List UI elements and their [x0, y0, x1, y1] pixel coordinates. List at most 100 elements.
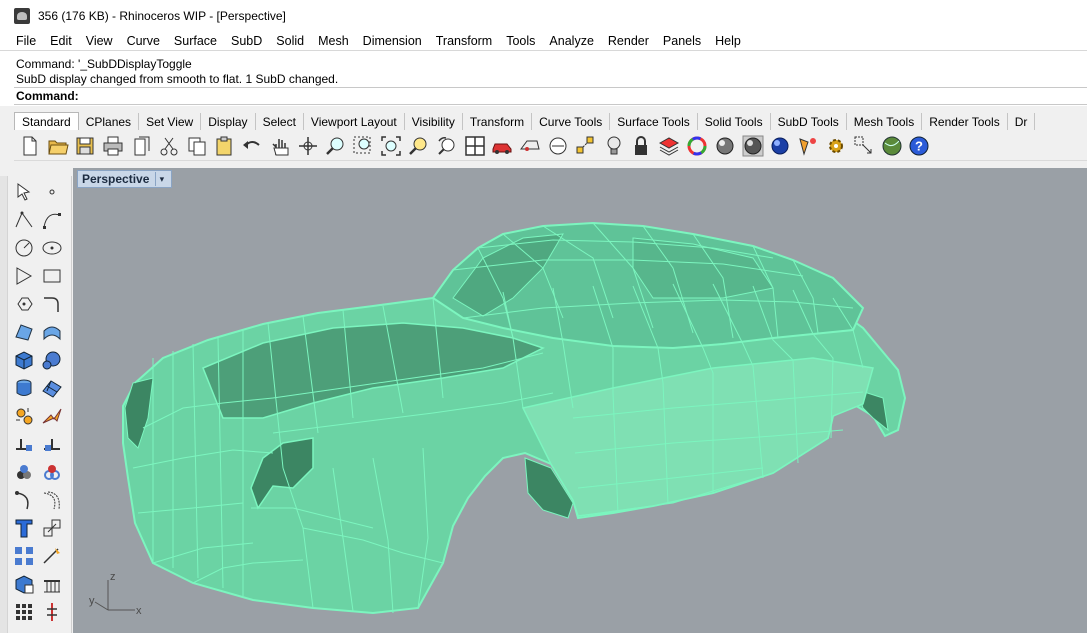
viewport-title-tab[interactable]: Perspective ▾ [77, 170, 173, 188]
zoom-selected-icon[interactable] [405, 133, 433, 159]
curve-from-object-icon[interactable] [10, 486, 38, 514]
menu-render[interactable]: Render [601, 34, 656, 48]
open-folder-icon[interactable] [44, 133, 72, 159]
text-icon[interactable] [10, 514, 38, 542]
menu-solid[interactable]: Solid [269, 34, 311, 48]
copy-icon[interactable] [183, 133, 211, 159]
help-icon[interactable]: ? [906, 133, 934, 159]
tab-mesh-tools[interactable]: Mesh Tools [847, 113, 923, 130]
rectangle-icon[interactable] [38, 262, 66, 290]
tab-drafting[interactable]: Dr [1008, 113, 1036, 130]
menu-transform[interactable]: Transform [429, 34, 500, 48]
scale-icon[interactable] [38, 514, 66, 542]
car-icon[interactable] [489, 133, 517, 159]
menu-curve[interactable]: Curve [120, 34, 167, 48]
join-icon[interactable] [38, 430, 66, 458]
offset-icon[interactable] [38, 486, 66, 514]
tab-standard[interactable]: Standard [14, 112, 79, 130]
color-wheel-icon[interactable] [683, 133, 711, 159]
ellipse-icon[interactable] [38, 234, 66, 262]
command-input[interactable] [82, 88, 1087, 104]
cylinder-icon[interactable] [10, 374, 38, 402]
rendered-sphere-icon[interactable] [739, 133, 767, 159]
loft-icon[interactable] [38, 318, 66, 346]
import-icon[interactable] [127, 133, 155, 159]
tab-viewport-layout[interactable]: Viewport Layout [304, 113, 405, 130]
materials-icon[interactable] [794, 133, 822, 159]
world-icon[interactable] [878, 133, 906, 159]
options-icon[interactable] [850, 133, 878, 159]
rotate-camera-icon[interactable] [433, 133, 461, 159]
tab-display[interactable]: Display [201, 113, 256, 130]
boolean-icon[interactable] [38, 458, 66, 486]
hatch-icon[interactable] [38, 570, 66, 598]
sphere-solid-icon[interactable] [38, 346, 66, 374]
blue-sphere-icon[interactable] [767, 133, 795, 159]
box-solid-icon[interactable] [10, 346, 38, 374]
menu-surface[interactable]: Surface [167, 34, 224, 48]
fillet-curve-icon[interactable] [38, 290, 66, 318]
named-view-icon[interactable] [516, 133, 544, 159]
tab-render-tools[interactable]: Render Tools [922, 113, 1008, 130]
point-icon[interactable] [38, 178, 66, 206]
snap-icon[interactable] [572, 133, 600, 159]
subd-car-model[interactable] [73, 168, 1087, 633]
tab-visibility[interactable]: Visibility [405, 113, 463, 130]
surface-corner-icon[interactable] [10, 318, 38, 346]
rotate-view-icon[interactable] [294, 133, 322, 159]
undo-icon[interactable] [238, 133, 266, 159]
menu-subd[interactable]: SubD [224, 34, 269, 48]
menu-edit[interactable]: Edit [43, 34, 79, 48]
split-icon[interactable] [10, 430, 38, 458]
select-arrow-icon[interactable] [10, 178, 38, 206]
gear-icon[interactable] [822, 133, 850, 159]
tab-cplanes[interactable]: CPlanes [79, 113, 140, 130]
cplane-icon[interactable] [544, 133, 572, 159]
dimension-icon[interactable] [38, 542, 66, 570]
polyline-icon[interactable] [10, 206, 38, 234]
curve-points-icon[interactable] [38, 206, 66, 234]
polygon-icon[interactable] [10, 262, 38, 290]
mesh-plane-icon[interactable] [38, 374, 66, 402]
menu-mesh[interactable]: Mesh [311, 34, 356, 48]
tab-transform[interactable]: Transform [463, 113, 533, 130]
print-icon[interactable] [99, 133, 127, 159]
tab-solid-tools[interactable]: Solid Tools [698, 113, 771, 130]
lock-icon[interactable] [628, 133, 656, 159]
save-icon[interactable] [72, 133, 100, 159]
tab-subd-tools[interactable]: SubD Tools [771, 113, 847, 130]
grid-snap-icon[interactable] [10, 598, 38, 626]
sidebar-grip[interactable] [0, 176, 8, 633]
pan-hand-icon[interactable] [266, 133, 294, 159]
menu-tools[interactable]: Tools [499, 34, 542, 48]
tab-select[interactable]: Select [256, 113, 304, 130]
menu-dimension[interactable]: Dimension [356, 34, 429, 48]
zoom-icon[interactable] [322, 133, 350, 159]
array-icon[interactable] [10, 542, 38, 570]
menu-file[interactable]: File [9, 34, 43, 48]
menu-help[interactable]: Help [708, 34, 748, 48]
command-history-area[interactable]: Command: '_SubDDisplayToggle SubD displa… [0, 50, 1087, 106]
gumball-icon[interactable] [38, 598, 66, 626]
trim-icon[interactable] [38, 402, 66, 430]
group-icon[interactable] [10, 458, 38, 486]
paste-icon[interactable] [211, 133, 239, 159]
zoom-extents-icon[interactable] [377, 133, 405, 159]
zoom-window-icon[interactable] [350, 133, 378, 159]
four-viewports-icon[interactable] [461, 133, 489, 159]
new-file-icon[interactable] [16, 133, 44, 159]
menu-view[interactable]: View [79, 34, 120, 48]
menu-analyze[interactable]: Analyze [542, 34, 600, 48]
shaded-sphere-icon[interactable] [711, 133, 739, 159]
viewport-menu-chevron-icon[interactable]: ▾ [155, 172, 167, 186]
explode-icon[interactable] [10, 402, 38, 430]
block-icon[interactable] [10, 570, 38, 598]
arc-icon[interactable] [10, 290, 38, 318]
cut-icon[interactable] [155, 133, 183, 159]
menu-panels[interactable]: Panels [656, 34, 708, 48]
tab-set-view[interactable]: Set View [139, 113, 202, 130]
tab-surface-tools[interactable]: Surface Tools [610, 113, 698, 130]
perspective-viewport[interactable]: Perspective ▾ z y x [73, 168, 1087, 633]
circle-icon[interactable] [10, 234, 38, 262]
light-bulb-icon[interactable] [600, 133, 628, 159]
